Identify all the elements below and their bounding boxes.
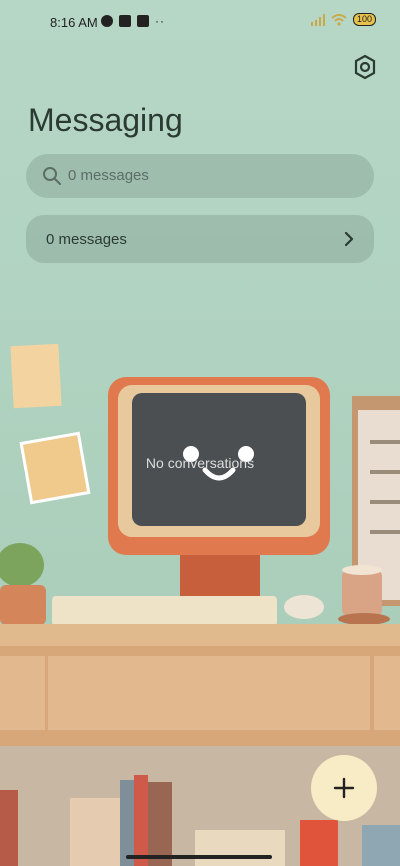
chevron-right-icon: [344, 231, 354, 247]
empty-state-text: No conversations: [145, 455, 255, 471]
wifi-icon: [331, 13, 347, 26]
status-bar: 8:16 AM ·· 100: [0, 0, 400, 44]
app-icon: [119, 15, 131, 27]
home-indicator[interactable]: [126, 855, 272, 859]
chrome-icon: [101, 15, 113, 27]
search-bar[interactable]: 0 messages: [26, 154, 374, 198]
messages-summary-row[interactable]: 0 messages: [26, 215, 374, 263]
signal-icon: [310, 13, 325, 26]
status-left-icons: ··: [101, 14, 165, 28]
battery-icon: 100: [352, 13, 376, 26]
settings-button[interactable]: [352, 54, 378, 80]
new-conversation-button[interactable]: [311, 755, 377, 821]
gear-icon: [354, 54, 376, 80]
status-time: 8:16 AM: [50, 15, 98, 30]
status-right-icons: 100: [310, 13, 376, 26]
messages-summary-label: 0 messages: [46, 231, 127, 248]
plus-icon: [333, 777, 355, 799]
search-placeholder: 0 messages: [68, 167, 149, 184]
upload-icon: [137, 15, 149, 27]
page-title: Messaging: [28, 102, 183, 138]
search-icon: [43, 167, 61, 185]
more-dots: ··: [155, 14, 165, 28]
